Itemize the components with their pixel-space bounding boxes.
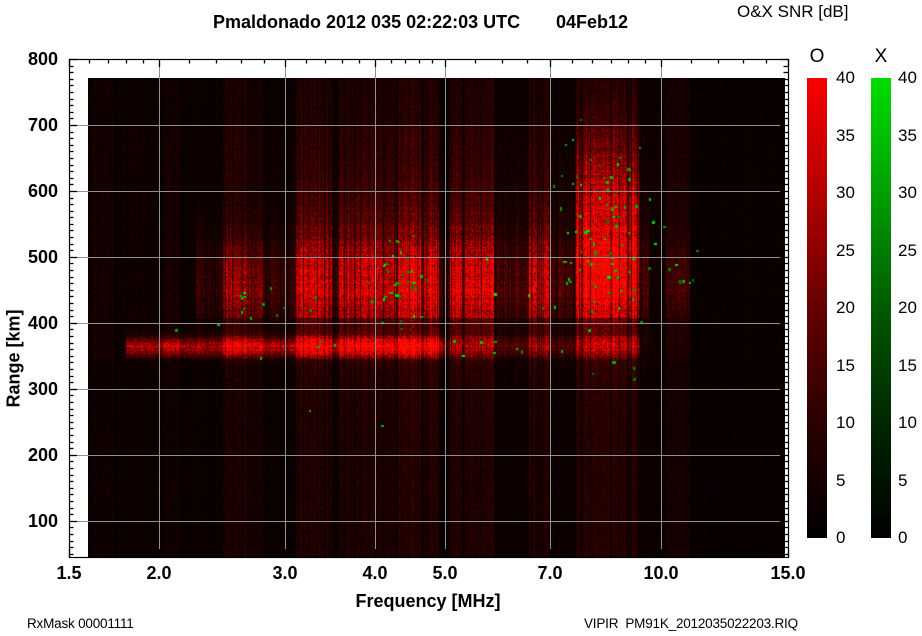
- colorbar-tick-label: 35: [898, 126, 917, 145]
- x-tick-label: 15.0: [770, 563, 806, 583]
- colorbar-tick-label: 5: [898, 471, 908, 490]
- colorbar-o-gradient: [807, 78, 827, 538]
- ionogram-heatmap: [88, 78, 785, 557]
- chart-date: 04Feb12: [556, 12, 629, 32]
- chart-title: Pmaldonado 2012 035 02:22:03 UTC: [213, 12, 521, 32]
- colorbar-tick-label: 10: [836, 413, 855, 432]
- colorbar-o-header: O: [809, 46, 825, 67]
- colorbar-tick-label: 30: [898, 183, 917, 202]
- footer-rxmask: RxMask 00001111: [27, 616, 134, 631]
- x-tick-label: 2.0: [146, 563, 172, 583]
- y-tick-label: 600: [27, 181, 58, 201]
- colorbar-title: O&X SNR [dB]: [737, 2, 849, 21]
- colorbar-tick-label: 20: [898, 298, 917, 317]
- colorbar-tick-label: 30: [836, 183, 855, 202]
- y-axis-title: Range [km]: [3, 309, 24, 408]
- colorbar-x-gradient: [871, 78, 891, 538]
- y-tick-label: 500: [27, 247, 58, 267]
- x-axis-title: Frequency [MHz]: [355, 591, 501, 611]
- x-tick-label: 10.0: [643, 563, 679, 583]
- colorbar-tick-label: 10: [898, 413, 917, 432]
- ionogram-page: Pmaldonado 2012 035 02:22:03 UTC 04Feb12…: [0, 0, 922, 636]
- colorbar-tick-label: 25: [898, 241, 917, 260]
- colorbar-tick-label: 40: [836, 68, 855, 87]
- colorbar-tick-label: 20: [836, 298, 855, 317]
- x-tick-label: 1.5: [56, 563, 82, 583]
- y-tick-label: 200: [27, 445, 58, 465]
- colorbar-tick-label: 40: [898, 68, 917, 87]
- colorbar-tick-label: 0: [898, 528, 908, 547]
- colorbar-tick-label: 15: [898, 356, 917, 375]
- colorbar-tick-label: 35: [836, 126, 855, 145]
- colorbar-tick-label: 0: [836, 528, 846, 547]
- y-tick-label: 100: [27, 511, 58, 531]
- colorbar-x-header: X: [874, 46, 888, 67]
- y-tick-label: 800: [27, 49, 58, 69]
- x-tick-label: 7.0: [537, 563, 563, 583]
- x-tick-label: 5.0: [432, 563, 458, 583]
- y-tick-label: 700: [27, 115, 58, 135]
- colorbar-tick-label: 25: [836, 241, 855, 260]
- colorbar-tick-label: 5: [836, 471, 846, 490]
- x-tick-label: 3.0: [272, 563, 298, 583]
- footer-filename: VIPIR PM91K_2012035022203.RIQ: [584, 616, 798, 631]
- colorbar-tick-label: 15: [836, 356, 855, 375]
- x-tick-label: 4.0: [362, 563, 388, 583]
